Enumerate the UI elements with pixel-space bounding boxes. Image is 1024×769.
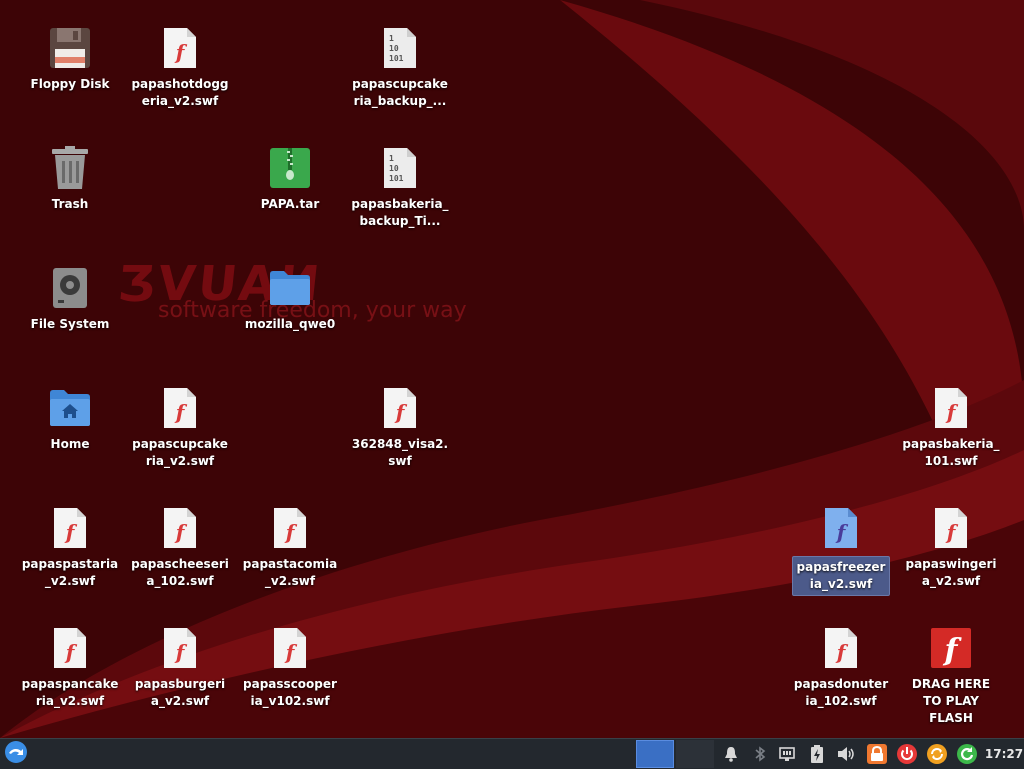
icon-label: papastacomia_v2.swf [242,557,338,588]
update-icon[interactable] [926,739,948,769]
flash-file-icon: f [156,384,204,432]
hard-drive-icon [46,264,94,312]
bell-icon[interactable] [720,739,742,769]
desktop-icon-papaspastaria[interactable]: f papaspastaria_v2.swf [20,502,120,612]
flash-file-icon: f [376,384,424,432]
flash-file-icon: f [46,624,94,672]
battery-icon[interactable] [806,739,828,769]
desktop-icon-file-system[interactable]: File System [20,262,120,372]
workspace-1[interactable] [636,739,674,769]
flash-file-icon: f [927,384,975,432]
flash-file-icon: f [817,504,865,552]
desktop-icon-papascheeseria[interactable]: f papascheeseria_102.swf [130,502,230,612]
desktop-icon-trash[interactable]: Trash [20,142,120,252]
svg-text:10: 10 [389,44,399,53]
binary-file-icon: 1 10 101 [376,144,424,192]
icon-label: papaspancakeria_v2.swf [21,677,119,708]
bluetooth-icon[interactable] [749,739,771,769]
workspace-2[interactable] [676,739,714,769]
archive-icon [266,144,314,192]
icon-label: PAPA.tar [260,197,320,211]
svg-text:10: 10 [389,164,399,173]
icon-label: papasbakeria_101.swf [902,437,1000,468]
svg-text:101: 101 [389,174,404,183]
lock-icon[interactable] [866,739,888,769]
desktop-icon-papashotdoggeria[interactable]: f papashotdoggeria_v2.swf [130,22,230,132]
desktop[interactable]: ƷVUAИ software freedom, your way Floppy … [0,0,1024,738]
desktop-icon-home[interactable]: Home [20,382,120,492]
flash-player-icon: f [927,624,975,672]
icon-label: papaswingeria_v2.swf [905,557,997,588]
icon-label: Home [50,437,90,451]
icon-label: papasburgeria_v2.swf [134,677,226,708]
desktop-icon-papasdonuteria[interactable]: f papasdonuteria_102.swf [791,622,891,732]
refresh-icon[interactable] [956,739,978,769]
flash-file-icon: f [156,624,204,672]
desktop-icon-papaswingeria[interactable]: f papaswingeria_v2.swf [901,502,1001,612]
folder-icon [266,264,314,312]
trash-icon [46,144,94,192]
icon-label: File System [30,317,110,331]
flash-file-icon: f [266,624,314,672]
flash-file-icon: f [266,504,314,552]
desktop-icon-papasburgeria[interactable]: f papasburgeria_v2.swf [130,622,230,732]
flash-file-icon: f [46,504,94,552]
flash-file-icon: f [156,24,204,72]
icon-label: Floppy Disk [30,77,110,91]
desktop-icon-papasbakeria-backup[interactable]: 1 10 101 papasbakeria_backup_Ti... [350,142,450,252]
icon-label: mozilla_qwe0 [244,317,336,331]
icon-label: papasdonuteria_102.swf [793,677,889,708]
desktop-icon-papasfreezeria[interactable]: f papasfreezeria_v2.swf [791,502,891,612]
icon-label: papascupcakeria_v2.swf [132,437,228,468]
icon-label: papasscooperia_v102.swf [243,677,337,708]
icon-label: 362848_visa2.swf [351,437,449,468]
flash-file-icon: f [156,504,204,552]
volume-icon[interactable] [835,739,857,769]
desktop-icon-mozilla-qwe0[interactable]: mozilla_qwe0 [240,262,340,372]
svg-text:1: 1 [389,34,394,43]
desktop-icon-visa2[interactable]: f 362848_visa2.swf [350,382,450,492]
desktop-icon-papastacomia[interactable]: f papastacomia_v2.swf [240,502,340,612]
desktop-icon-papasbakeria-101[interactable]: f papasbakeria_101.swf [901,382,1001,492]
desktop-icon-papascupcakeria-backup[interactable]: 1 10 101 papascupcakeria_backup_... [350,22,450,132]
desktop-icon-papa-tar[interactable]: PAPA.tar [240,142,340,252]
flash-file-icon: f [817,624,865,672]
desktop-icon-papaspancakeria[interactable]: f papaspancakeria_v2.swf [20,622,120,732]
icon-label: DRAG HERE TO PLAY FLASH [911,677,991,725]
desktop-icon-floppy-disk[interactable]: Floppy Disk [20,22,120,132]
desktop-icon-drag-here-flash[interactable]: f DRAG HERE TO PLAY FLASH [901,622,1001,732]
icon-label: papasbakeria_backup_Ti... [351,197,449,228]
zorin-menu-icon [4,740,28,768]
icon-label: papascheeseria_102.swf [131,557,229,588]
floppy-disk-icon [46,24,94,72]
icon-label: papaspastaria_v2.swf [21,557,119,588]
binary-file-icon: 1 10 101 [376,24,424,72]
icon-label: Trash [51,197,89,211]
icon-label: papascupcakeria_backup_... [352,77,448,108]
desktop-icon-papascupcakeria[interactable]: f papascupcakeria_v2.swf [130,382,230,492]
flash-file-icon: f [927,504,975,552]
clock[interactable]: 17:27 [984,739,1024,769]
icon-label: papasfreezeria_v2.swf [792,556,890,596]
icon-label: papashotdoggeria_v2.swf [131,77,229,108]
power-icon[interactable] [896,739,918,769]
home-folder-icon [46,384,94,432]
svg-text:1: 1 [389,154,394,163]
svg-text:101: 101 [389,54,404,63]
network-icon[interactable] [776,739,798,769]
menu-button[interactable] [2,739,30,769]
taskbar: 17:27 [0,738,1024,769]
desktop-icon-papasscooperia[interactable]: f papasscooperia_v102.swf [240,622,340,732]
